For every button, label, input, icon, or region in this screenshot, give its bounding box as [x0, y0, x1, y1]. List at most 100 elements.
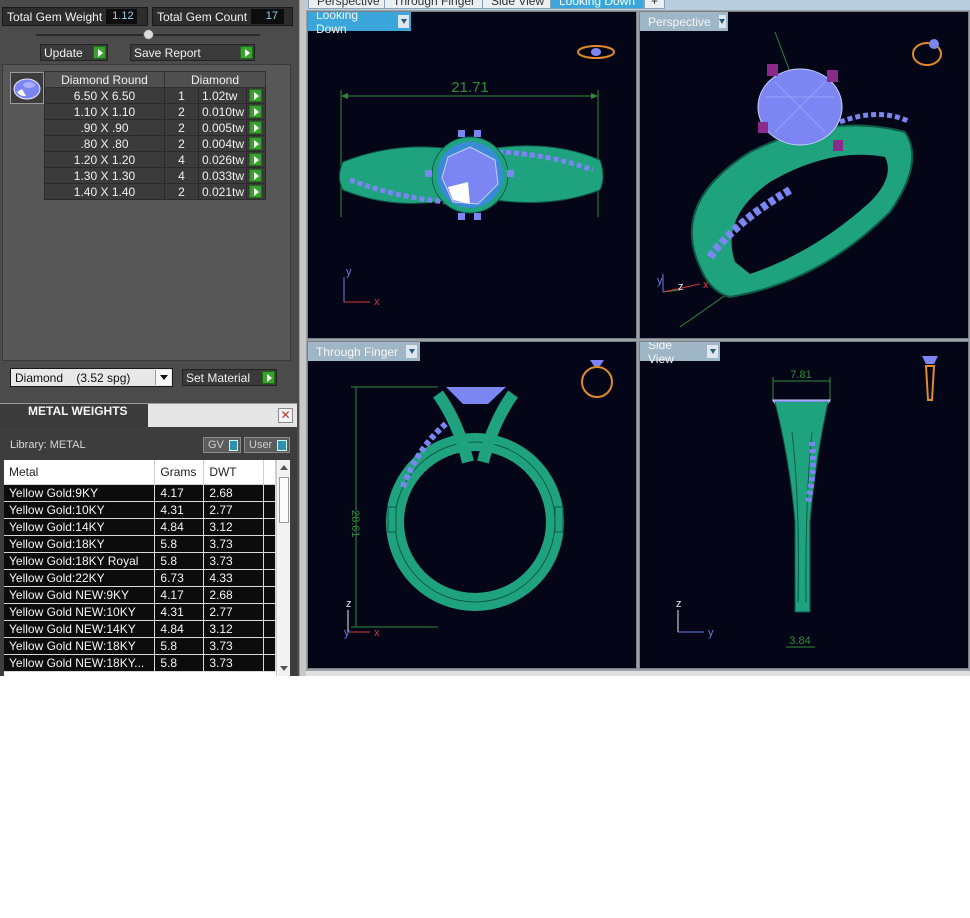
gem-row-go-cell: [246, 103, 266, 120]
gem-row[interactable]: 6.50 X 6.50 1 1.02tw: [44, 87, 266, 104]
gem-cell-weight: 0.026tw: [198, 151, 247, 168]
gem-list-area: Diamond Round Diamond 6.50 X 6.50 1 1.02tw…: [2, 64, 291, 361]
metal-header-metal[interactable]: Metal: [4, 460, 156, 485]
metal-cell-grams: 4.31: [154, 603, 205, 621]
tab-side-view[interactable]: Side View: [482, 0, 554, 9]
gem-row[interactable]: .80 X .80 2 0.004tw: [44, 135, 266, 152]
metal-row[interactable]: Yellow Gold:18KY Royal 5.8 3.73: [4, 552, 276, 570]
scroll-up-icon[interactable]: [280, 465, 288, 470]
gem-row[interactable]: .90 X .90 2 0.005tw: [44, 119, 266, 136]
gem-table: Diamond Round Diamond 6.50 X 6.50 1 1.02tw…: [44, 71, 266, 200]
total-gem-weight-value: 1.12: [106, 9, 138, 24]
bottom-width-dimension-text: 3.84: [789, 635, 810, 647]
metal-table-scrollbar[interactable]: [276, 460, 290, 676]
metal-cell-dwt: 3.12: [203, 620, 265, 638]
metal-table: Metal Grams DWT Yellow Gold:9KY 4.17 2.68 Y…: [4, 460, 276, 672]
close-icon[interactable]: ✕: [278, 408, 293, 423]
gem-cell-size: 1.20 X 1.20: [44, 151, 165, 168]
tab-through-finger[interactable]: Through Finger: [384, 0, 485, 9]
metal-cell-grams: 5.8: [154, 637, 205, 655]
metal-row[interactable]: Yellow Gold:10KY 4.31 2.77: [4, 501, 276, 519]
metal-cell-metal: Yellow Gold NEW:18KY...: [4, 654, 156, 672]
gem-row[interactable]: 1.30 X 1.30 4 0.033tw: [44, 167, 266, 184]
play-icon[interactable]: [249, 121, 262, 134]
play-icon[interactable]: [249, 153, 262, 166]
metal-cell-metal: Yellow Gold NEW:9KY: [4, 586, 156, 604]
metal-row[interactable]: Yellow Gold NEW:18KY... 5.8 3.73: [4, 654, 276, 672]
axis-x-label: x: [374, 627, 380, 639]
viewport-side-view[interactable]: 7.81 3.84 z y Side View: [639, 341, 969, 669]
gem-cell-size: 6.50 X 6.50: [44, 87, 165, 104]
gem-header-shape: Diamond Round: [44, 71, 165, 88]
metal-row[interactable]: Yellow Gold:18KY 5.8 3.73: [4, 535, 276, 553]
tab-looking-down[interactable]: Looking Down: [550, 0, 645, 9]
metal-weights-tab[interactable]: METAL WEIGHTS: [0, 404, 148, 428]
panel-splitter[interactable]: [299, 0, 306, 676]
viewport-perspective[interactable]: y z x Perspective: [639, 11, 969, 339]
metal-row[interactable]: Yellow Gold:22KY 6.73 4.33: [4, 569, 276, 587]
metal-cell-grams: 4.17: [154, 484, 205, 502]
metal-row[interactable]: Yellow Gold NEW:18KY 5.8 3.73: [4, 637, 276, 655]
metal-row[interactable]: Yellow Gold NEW:10KY 4.31 2.77: [4, 603, 276, 621]
metal-cell-metal: Yellow Gold:18KY: [4, 535, 156, 553]
gem-row[interactable]: 1.10 X 1.10 2 0.010tw: [44, 103, 266, 120]
metal-cell-dwt: 2.68: [203, 484, 265, 502]
viewport-perspective-tab[interactable]: Perspective: [640, 12, 728, 31]
chevron-down-icon[interactable]: [155, 370, 171, 385]
axis-z-label: z: [678, 281, 684, 293]
gem-cell-count: 2: [164, 135, 199, 152]
gem-cell-count: 2: [164, 119, 199, 136]
add-tab-icon[interactable]: +: [644, 0, 666, 9]
play-icon[interactable]: [249, 137, 262, 150]
gem-cell-weight: 0.033tw: [198, 167, 247, 184]
gem-slider-thumb[interactable]: [143, 29, 154, 40]
top-width-dimension-text: 7.81: [790, 369, 811, 381]
viewport-through-finger-tab[interactable]: Through Finger: [308, 342, 420, 361]
scroll-thumb[interactable]: [279, 477, 289, 523]
chevron-down-icon[interactable]: [707, 345, 718, 358]
metal-header-dwt[interactable]: DWT: [203, 460, 265, 485]
metal-cell-filler: [263, 569, 276, 587]
metal-row[interactable]: Yellow Gold NEW:14KY 4.84 3.12: [4, 620, 276, 638]
gem-row[interactable]: 1.20 X 1.20 4 0.026tw: [44, 151, 266, 168]
user-toggle[interactable]: User: [244, 437, 290, 453]
gv-toggle[interactable]: GV: [203, 437, 241, 453]
viewport-through-finger[interactable]: 28.61 z y x Through Finger: [307, 341, 637, 669]
scroll-down-icon[interactable]: [280, 666, 288, 671]
metal-row[interactable]: Yellow Gold NEW:9KY 4.17 2.68: [4, 586, 276, 604]
metal-cell-grams: 4.17: [154, 586, 205, 604]
metal-header-grams[interactable]: Grams: [154, 460, 205, 485]
user-toggle-label: User: [249, 439, 273, 451]
metal-row[interactable]: Yellow Gold:9KY 4.17 2.68: [4, 484, 276, 502]
gem-row[interactable]: 1.40 X 1.40 2 0.021tw: [44, 183, 266, 200]
gem-cell-count: 4: [164, 167, 199, 184]
play-icon[interactable]: [249, 105, 262, 118]
play-icon[interactable]: [249, 89, 262, 102]
metal-cell-dwt: 3.73: [203, 535, 265, 553]
metal-cell-dwt: 3.73: [203, 654, 265, 672]
viewport-looking-down[interactable]: 21.71 y x Looking Down: [307, 11, 637, 339]
gem-row-go-cell: [246, 183, 266, 200]
material-select[interactable]: Diamond (3.52 spg): [10, 368, 173, 387]
play-icon[interactable]: [249, 169, 262, 182]
metal-cell-grams: 4.31: [154, 501, 205, 519]
metal-cell-filler: [263, 501, 276, 519]
tab-perspective[interactable]: Perspective: [308, 0, 389, 9]
save-report-button[interactable]: Save Report: [130, 44, 255, 61]
chevron-down-icon[interactable]: [406, 345, 418, 358]
diamond-round-icon[interactable]: [10, 72, 44, 104]
metal-cell-dwt: 2.77: [203, 603, 265, 621]
chevron-down-icon[interactable]: [718, 15, 726, 28]
metal-row[interactable]: Yellow Gold:14KY 4.84 3.12: [4, 518, 276, 536]
viewport-looking-down-tab[interactable]: Looking Down: [308, 12, 411, 36]
play-icon[interactable]: [249, 185, 262, 198]
viewport-side-view-tab[interactable]: Side View: [640, 342, 720, 366]
set-material-button[interactable]: Set Material: [182, 369, 277, 386]
metal-cell-dwt: 3.73: [203, 637, 265, 655]
chevron-down-icon[interactable]: [398, 15, 409, 28]
metal-cell-dwt: 2.68: [203, 586, 265, 604]
metal-cell-filler: [263, 620, 276, 638]
update-button[interactable]: Update: [40, 44, 108, 61]
gem-cell-size: .80 X .80: [44, 135, 165, 152]
metal-cell-filler: [263, 484, 276, 502]
